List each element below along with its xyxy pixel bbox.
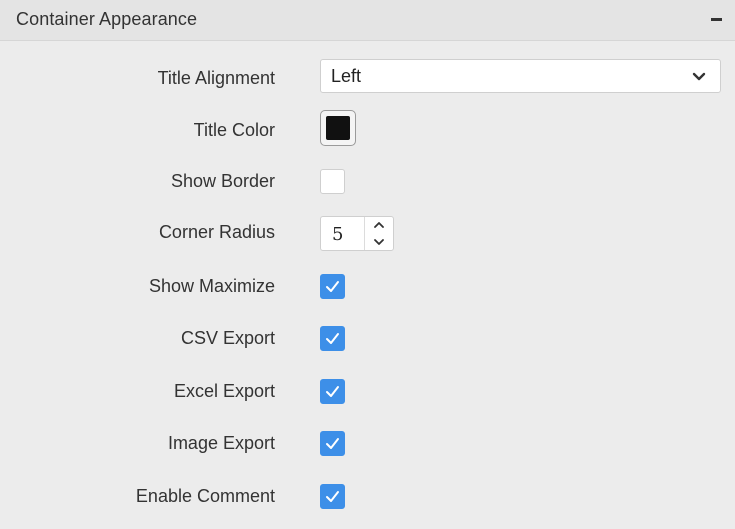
show-maximize-label: Show Maximize: [148, 276, 275, 296]
check-icon: [326, 333, 339, 344]
minus-icon[interactable]: [707, 8, 727, 28]
corner-radius-value: 5: [332, 224, 344, 245]
container-appearance-panel: Container Appearance Title Alignment Lef…: [0, 0, 735, 529]
title-color-picker[interactable]: [320, 110, 356, 146]
title-color-row: Title Color: [0, 110, 735, 151]
stepper-down-button[interactable]: [365, 234, 393, 250]
title-alignment-value: Left: [331, 66, 362, 86]
csv-export-label: CSV Export: [180, 328, 275, 348]
image-export-label: Image Export: [167, 433, 275, 453]
chevron-down-icon: [692, 72, 706, 81]
panel-title: Container Appearance: [16, 9, 198, 29]
csv-export-checkbox[interactable]: [320, 326, 345, 351]
corner-radius-row: Corner Radius 5: [0, 216, 735, 256]
image-export-checkbox[interactable]: [320, 431, 345, 456]
csv-export-row: CSV Export: [0, 325, 735, 365]
show-border-checkbox[interactable]: [320, 169, 345, 194]
check-icon: [326, 491, 339, 502]
show-maximize-row: Show Maximize: [0, 273, 735, 313]
panel-header[interactable]: Container Appearance: [0, 0, 735, 41]
stepper-buttons: [364, 217, 393, 250]
show-border-row: Show Border: [0, 168, 735, 208]
enable-comment-checkbox[interactable]: [320, 484, 345, 509]
stepper-up-button[interactable]: [365, 217, 393, 233]
color-swatch-fill: [326, 116, 350, 140]
check-icon: [326, 386, 339, 397]
title-alignment-dropdown[interactable]: Left: [320, 59, 721, 93]
check-icon: [326, 281, 339, 292]
chevron-up-icon: [374, 222, 384, 228]
corner-radius-stepper[interactable]: 5: [320, 216, 394, 251]
excel-export-label: Excel Export: [173, 381, 275, 401]
title-alignment-row: Title Alignment Left: [0, 59, 735, 99]
check-icon: [326, 438, 339, 449]
excel-export-row: Excel Export: [0, 378, 735, 418]
excel-export-checkbox[interactable]: [320, 379, 345, 404]
enable-comment-label: Enable Comment: [135, 486, 275, 506]
chevron-down-icon: [374, 239, 384, 245]
show-maximize-checkbox[interactable]: [320, 274, 345, 299]
corner-radius-label: Corner Radius: [158, 222, 275, 242]
enable-comment-row: Enable Comment: [0, 483, 735, 523]
title-alignment-label: Title Alignment: [157, 68, 275, 88]
show-border-label: Show Border: [170, 171, 275, 191]
title-color-label: Title Color: [193, 120, 275, 140]
image-export-row: Image Export: [0, 430, 735, 470]
